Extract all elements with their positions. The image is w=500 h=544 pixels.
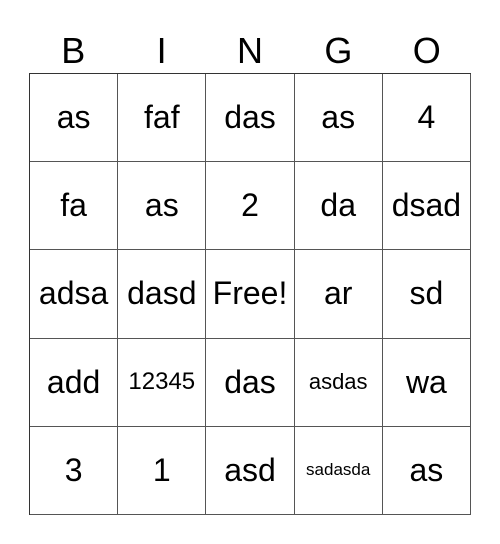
bingo-cell[interactable]: 4 xyxy=(382,74,471,163)
bingo-cell[interactable]: as xyxy=(294,74,383,163)
bingo-cell[interactable]: dasd xyxy=(118,250,207,339)
header-letter-n: N xyxy=(236,30,263,71)
bingo-cell[interactable]: as xyxy=(30,74,119,163)
bingo-cell[interactable]: fa xyxy=(30,162,119,251)
header-letter-b: B xyxy=(61,30,86,71)
bingo-cell[interactable]: as xyxy=(382,426,471,515)
bingo-cell[interactable]: 1 xyxy=(118,426,207,515)
bingo-cell[interactable]: 2 xyxy=(206,162,295,251)
bingo-cell[interactable]: adsa xyxy=(30,250,119,339)
bingo-cell[interactable]: sd xyxy=(382,250,471,339)
header-letter-i: I xyxy=(156,30,167,71)
bingo-cell[interactable]: as xyxy=(118,162,207,251)
bingo-cell[interactable]: 12345 xyxy=(118,338,207,427)
bingo-cell[interactable]: ar xyxy=(294,250,383,339)
bingo-cell[interactable]: dsad xyxy=(382,162,471,251)
free-space-cell[interactable]: Free! xyxy=(206,250,295,339)
bingo-cell[interactable]: das xyxy=(206,74,295,163)
bingo-cell[interactable]: asd xyxy=(206,426,295,515)
bingo-header: B I N G O xyxy=(29,28,471,73)
bingo-cell[interactable]: 3 xyxy=(30,426,119,515)
header-letter-o: O xyxy=(412,30,441,71)
bingo-card-grid: as faf das as 4 fa as 2 da dsad adsa das… xyxy=(29,73,471,515)
bingo-cell[interactable]: wa xyxy=(382,338,471,427)
bingo-cell[interactable]: faf xyxy=(118,74,207,163)
bingo-cell[interactable]: add xyxy=(30,338,119,427)
bingo-cell[interactable]: da xyxy=(294,162,383,251)
bingo-cell[interactable]: sadasda xyxy=(294,426,383,515)
header-letter-g: G xyxy=(324,30,353,71)
bingo-cell[interactable]: asdas xyxy=(294,338,383,427)
bingo-cell[interactable]: das xyxy=(206,338,295,427)
